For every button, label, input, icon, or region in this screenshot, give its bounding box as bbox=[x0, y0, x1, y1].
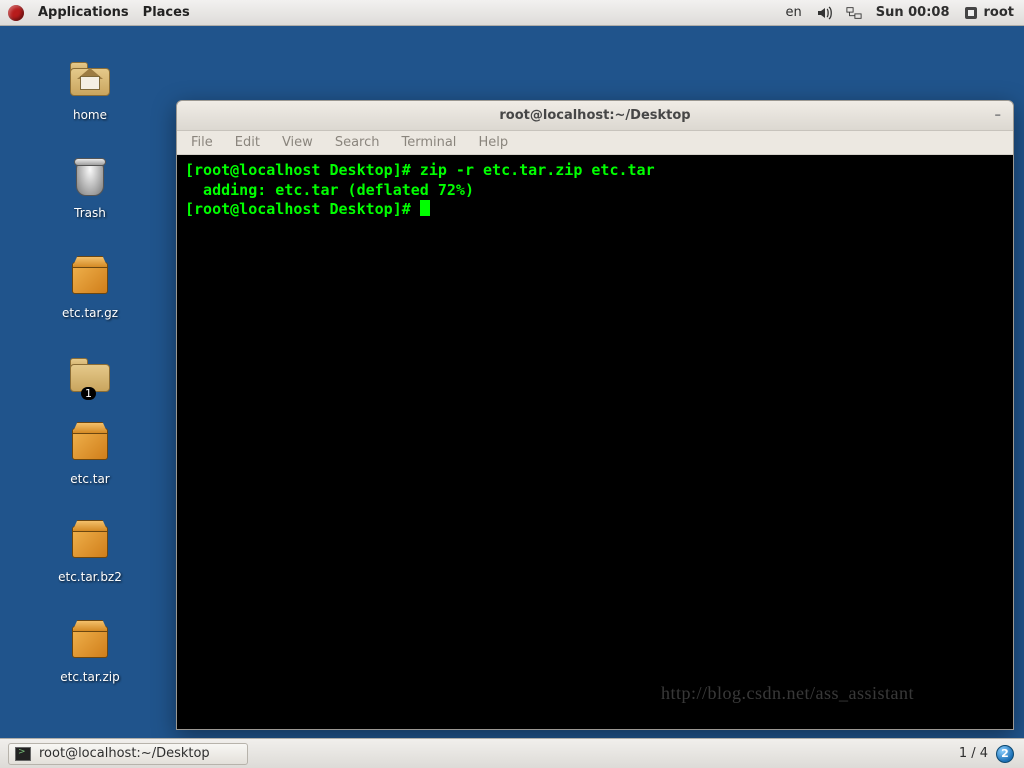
folder-icon: 1 bbox=[66, 350, 114, 398]
terminal-body[interactable]: [root@localhost Desktop]# zip -r etc.tar… bbox=[177, 155, 1013, 729]
terminal-prompt: [root@localhost Desktop]# bbox=[185, 200, 420, 218]
icon-label: home bbox=[40, 108, 140, 122]
workspace-indicator[interactable]: 1 / 4 bbox=[959, 746, 988, 761]
menu-terminal[interactable]: Terminal bbox=[401, 135, 456, 150]
places-menu[interactable]: Places bbox=[143, 5, 190, 20]
icon-label bbox=[40, 404, 140, 418]
desktop-icon-etc-tar-gz[interactable]: etc.tar.gz bbox=[40, 252, 140, 320]
top-panel: Applications Places en Sun 00:08 root bbox=[0, 0, 1024, 26]
minimize-button[interactable]: – bbox=[995, 108, 1002, 123]
home-folder-icon bbox=[66, 54, 114, 102]
terminal-cursor bbox=[420, 200, 430, 216]
window-titlebar[interactable]: root@localhost:~/Desktop – bbox=[177, 101, 1013, 131]
distro-logo-icon bbox=[8, 5, 24, 21]
menu-help[interactable]: Help bbox=[478, 135, 508, 150]
desktop[interactable]: home Trash etc.tar.gz 1 etc.tar etc.tar.… bbox=[0, 26, 1024, 738]
user-menu[interactable]: root bbox=[964, 5, 1015, 20]
clock[interactable]: Sun 00:08 bbox=[876, 5, 950, 20]
desktop-icon-home[interactable]: home bbox=[40, 54, 140, 122]
user-name: root bbox=[984, 5, 1015, 20]
icon-label: etc.tar.gz bbox=[40, 306, 140, 320]
icon-label: etc.tar.bz2 bbox=[40, 570, 140, 584]
network-icon[interactable] bbox=[846, 5, 862, 21]
keyboard-layout-indicator[interactable]: en bbox=[785, 5, 801, 20]
terminal-icon bbox=[15, 747, 31, 761]
icon-label: etc.tar bbox=[40, 472, 140, 486]
volume-icon[interactable] bbox=[816, 5, 832, 21]
archive-icon bbox=[66, 252, 114, 300]
menu-file[interactable]: File bbox=[191, 135, 213, 150]
emblem-badge: 1 bbox=[81, 387, 96, 400]
applications-menu[interactable]: Applications bbox=[38, 5, 129, 20]
desktop-icon-trash[interactable]: Trash bbox=[40, 152, 140, 220]
terminal-window[interactable]: root@localhost:~/Desktop – File Edit Vie… bbox=[176, 100, 1014, 730]
icon-label: Trash bbox=[40, 206, 140, 220]
trash-icon bbox=[66, 152, 114, 200]
task-label: root@localhost:~/Desktop bbox=[39, 746, 210, 761]
terminal-line: [root@localhost Desktop]# zip -r etc.tar… bbox=[185, 161, 655, 179]
desktop-icon-etc-tar-zip[interactable]: etc.tar.zip bbox=[40, 616, 140, 684]
terminal-menubar: File Edit View Search Terminal Help bbox=[177, 131, 1013, 155]
menu-search[interactable]: Search bbox=[335, 135, 380, 150]
window-title: root@localhost:~/Desktop bbox=[499, 108, 690, 123]
menu-view[interactable]: View bbox=[282, 135, 313, 150]
user-presence-icon bbox=[964, 6, 978, 20]
taskbar-entry-terminal[interactable]: root@localhost:~/Desktop bbox=[8, 743, 248, 765]
icon-label: etc.tar.zip bbox=[40, 670, 140, 684]
archive-icon bbox=[66, 616, 114, 664]
desktop-icon-folder-1[interactable]: 1 bbox=[40, 350, 140, 418]
bottom-panel: root@localhost:~/Desktop 1 / 4 2 bbox=[0, 738, 1024, 768]
desktop-icon-etc-tar-bz2[interactable]: etc.tar.bz2 bbox=[40, 516, 140, 584]
archive-icon bbox=[66, 418, 114, 466]
desktop-icon-etc-tar[interactable]: etc.tar bbox=[40, 418, 140, 486]
menu-edit[interactable]: Edit bbox=[235, 135, 260, 150]
archive-icon bbox=[66, 516, 114, 564]
workspace-switcher-icon[interactable]: 2 bbox=[996, 745, 1014, 763]
terminal-line: adding: etc.tar (deflated 72%) bbox=[185, 181, 474, 199]
